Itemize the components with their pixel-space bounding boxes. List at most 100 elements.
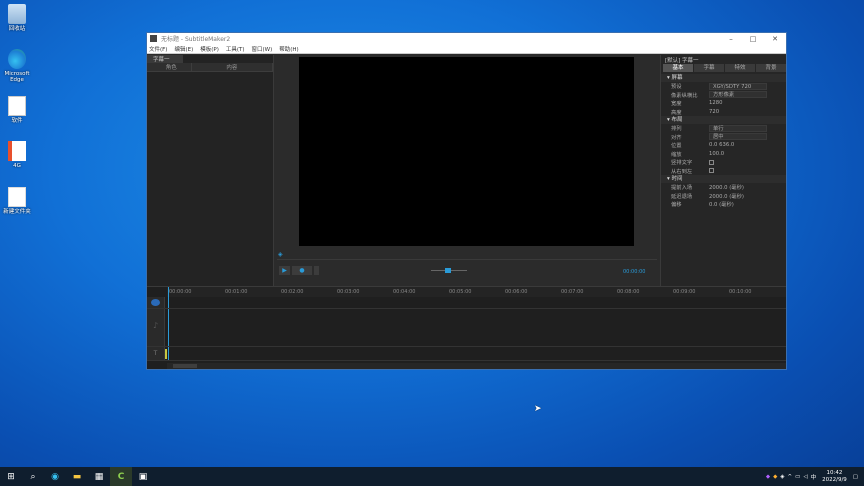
tab-basic[interactable]: 基本 (663, 64, 693, 72)
shield-icon[interactable]: ◈ (780, 474, 784, 480)
subtitlemaker-icon: ▣ (138, 471, 148, 482)
ruler-tick: 00:09:00 (673, 289, 696, 295)
audio-track-icon: ♪ (152, 321, 159, 330)
menu-tools[interactable]: 工具(T) (226, 45, 245, 53)
subtitle-clip-marker[interactable] (165, 349, 167, 359)
subtitle-list-panel: 字幕一 角色 内容 (147, 55, 274, 286)
close-button[interactable]: ✕ (764, 35, 786, 43)
width-field[interactable]: 1280 (709, 100, 722, 106)
folder-icon: ▬ (72, 471, 82, 482)
record-icon: ● (299, 266, 305, 274)
app-icon: ▦ (94, 471, 104, 482)
ruler-tick: 00:01:00 (225, 289, 248, 295)
taskbar-app-2[interactable]: C (110, 467, 132, 486)
network-icon[interactable]: ▭ (795, 474, 800, 480)
volume-icon[interactable]: ◁ (803, 474, 807, 480)
desktop-icon-recycle-bin[interactable]: 回收站 (0, 4, 34, 32)
properties-tabs: 基本 字幕 特效 背景 (663, 64, 786, 72)
rtl-checkbox[interactable] (709, 168, 714, 174)
video-preview[interactable] (299, 57, 634, 246)
audio-track[interactable]: ♪ (147, 309, 786, 347)
timeline[interactable]: 00:00:00 00:01:00 00:02:00 00:03:00 00:0… (147, 286, 786, 369)
menu-window[interactable]: 窗口(W) (252, 45, 273, 53)
search-button[interactable]: ⌕ (22, 467, 44, 486)
menu-help[interactable]: 帮助(H) (279, 45, 298, 53)
ruler-tick: 00:03:00 (337, 289, 360, 295)
taskbar: ⊞ ⌕ ◉ ▬ ▦ C ▣ ◆ ◆ ◈ ^ ▭ ◁ 中 10:42 2022/9… (0, 467, 864, 486)
video-track[interactable] (147, 297, 786, 309)
prop-arrange: 排列 单行 (661, 124, 786, 133)
prop-pixel-aspect: 像素纵横比 方形像素 (661, 91, 786, 100)
prop-scale: 缩放 100.0 (671, 150, 725, 158)
column-role[interactable]: 角色 (152, 63, 192, 71)
align-select[interactable]: 居中 (709, 133, 767, 141)
desktop-icon-software[interactable]: 软件 (0, 96, 34, 124)
tray-app-icon-2[interactable]: ◆ (773, 474, 777, 480)
ruler-tick: 00:04:00 (393, 289, 416, 295)
vertical-text-checkbox[interactable] (709, 159, 714, 165)
ruler-tick: 00:10:00 (729, 289, 752, 295)
extra-button[interactable] (314, 265, 319, 275)
clock[interactable]: 10:42 2022/9/9 (822, 470, 847, 484)
lead-in-field[interactable]: 2000.0 (毫秒) (709, 183, 744, 191)
video-track-icon (151, 299, 160, 306)
ime-indicator[interactable]: 中 (811, 473, 817, 481)
section-layout[interactable]: ▾ 布局 (661, 116, 786, 124)
section-time[interactable]: ▾ 时间 (661, 175, 786, 183)
scrollbar-thumb[interactable] (173, 364, 197, 368)
taskbar-edge[interactable]: ◉ (44, 467, 66, 486)
prop-preset: 预设 XGY/SDTY 720 (661, 82, 786, 91)
volume-slider-handle[interactable] (445, 267, 451, 273)
preset-select[interactable]: XGY/SDTY 720 (709, 82, 767, 90)
prop-width: 宽度 1280 (671, 100, 723, 108)
properties-panel: [默认] 字幕一 基本 字幕 特效 背景 ▾ 屏幕 预设 XGY/SDTY 720… (660, 55, 786, 286)
prop-height: 高度 720 (671, 108, 720, 116)
taskbar-explorer[interactable]: ▬ (66, 467, 88, 486)
minimize-button[interactable]: – (720, 35, 742, 43)
delay-out-field[interactable]: 2000.0 (毫秒) (709, 192, 744, 200)
subtitlemaker-window: 无标题 - SubtitleMaker2 – □ ✕ 文件(F) 编辑(E) 模… (146, 32, 787, 370)
stop-button[interactable]: ● (292, 265, 312, 275)
taskbar-subtitlemaker[interactable]: ▣ (132, 467, 154, 486)
desktop-icon-4g[interactable]: 4G (0, 141, 34, 169)
column-content[interactable]: 内容 (192, 63, 273, 71)
subtitle-track[interactable]: T (147, 347, 786, 361)
arrange-select[interactable]: 单行 (709, 124, 767, 132)
tab-effects[interactable]: 特效 (725, 64, 755, 72)
position-field[interactable]: 0.0 636.0 (709, 142, 734, 148)
timecode-display: 00:00:00 (623, 269, 646, 275)
timeline-ruler[interactable]: 00:00:00 00:01:00 00:02:00 00:03:00 00:0… (167, 287, 786, 297)
pixel-aspect-select[interactable]: 方形像素 (709, 91, 767, 99)
mouse-cursor-icon: ➤ (534, 404, 542, 414)
desktop-icon-edge[interactable]: Microsoft Edge (0, 49, 34, 83)
system-tray: ◆ ◆ ◈ ^ ▭ ◁ 中 10:42 2022/9/9 ▢ (766, 470, 864, 484)
scale-field[interactable]: 100.0 (709, 151, 724, 157)
tab-subtitle-one[interactable]: 字幕一 (147, 55, 183, 63)
clock-time: 10:42 (826, 469, 843, 476)
section-screen[interactable]: ▾ 屏幕 (661, 74, 786, 82)
window-title: 无标题 - SubtitleMaker2 (161, 36, 231, 43)
chevron-up-icon[interactable]: ^ (788, 474, 793, 480)
volume-slider[interactable] (431, 267, 467, 273)
offset-field[interactable]: 0.0 (毫秒) (709, 200, 734, 208)
tab-subtitle[interactable]: 字幕 (694, 64, 724, 72)
tab-background[interactable]: 背景 (756, 64, 786, 72)
play-button[interactable]: ▶ (279, 265, 290, 275)
prop-offset: 偏移 0.0 (毫秒) (671, 200, 734, 209)
menu-file[interactable]: 文件(F) (149, 45, 167, 53)
notification-icon[interactable]: ▢ (853, 474, 858, 480)
menu-edit[interactable]: 编辑(E) (174, 45, 193, 53)
horizontal-scrollbar[interactable] (167, 363, 786, 369)
desktop-icon-new-folder[interactable]: 新建文件夹 (0, 187, 34, 215)
search-icon: ⌕ (30, 471, 36, 482)
ruler-tick: 00:06:00 (505, 289, 528, 295)
prop-vertical-text: 竖排文字 (661, 158, 786, 167)
progress-track[interactable] (277, 259, 657, 260)
tray-app-icon[interactable]: ◆ (766, 474, 770, 480)
maximize-button[interactable]: □ (742, 35, 764, 43)
height-field[interactable]: 720 (709, 109, 719, 115)
start-button[interactable]: ⊞ (0, 467, 22, 486)
taskbar-app-1[interactable]: ▦ (88, 467, 110, 486)
ruler-tick: 00:08:00 (617, 289, 640, 295)
menu-template[interactable]: 模板(P) (200, 45, 219, 53)
